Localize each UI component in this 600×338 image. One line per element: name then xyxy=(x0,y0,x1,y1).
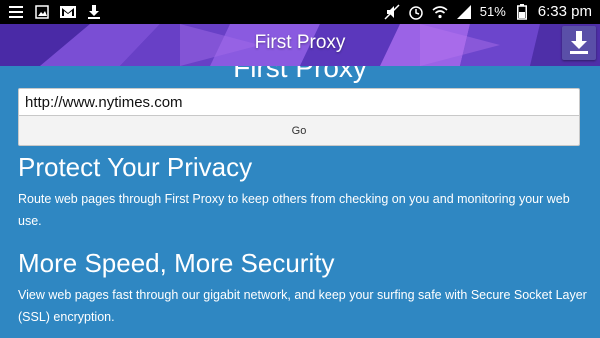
section-heading-speed: More Speed, More Security xyxy=(18,248,335,278)
download-button[interactable] xyxy=(562,26,596,60)
signal-icon xyxy=(456,4,472,20)
silent-icon xyxy=(384,3,400,20)
battery-icon xyxy=(514,3,530,20)
alarm-icon xyxy=(408,4,424,20)
app-bar: First Proxy xyxy=(0,24,600,66)
section-body-speed: View web pages fast through our gigabit … xyxy=(18,288,587,324)
image-icon xyxy=(34,4,50,20)
wifi-icon xyxy=(432,4,448,20)
status-left-icons xyxy=(8,4,102,20)
section-body-privacy: Route web pages through First Proxy to k… xyxy=(18,192,570,228)
download-arrow-icon xyxy=(570,31,588,54)
status-bar: 51% 6:33 pm xyxy=(0,0,600,24)
download-icon xyxy=(86,4,102,20)
go-button[interactable]: Go xyxy=(18,116,580,146)
clock: 6:33 pm xyxy=(537,3,592,20)
status-right-icons: 51% 6:33 pm xyxy=(384,3,592,20)
section-heading-privacy: Protect Your Privacy xyxy=(18,152,253,182)
gmail-icon xyxy=(60,4,76,20)
battery-percent: 51% xyxy=(479,4,506,19)
url-input[interactable] xyxy=(18,88,580,116)
app-title: First Proxy xyxy=(254,32,346,53)
bars-icon xyxy=(8,4,24,20)
main-content: First Proxy Go Protect Your Privacy Rout… xyxy=(0,66,600,338)
page-title: First Proxy xyxy=(233,66,367,83)
